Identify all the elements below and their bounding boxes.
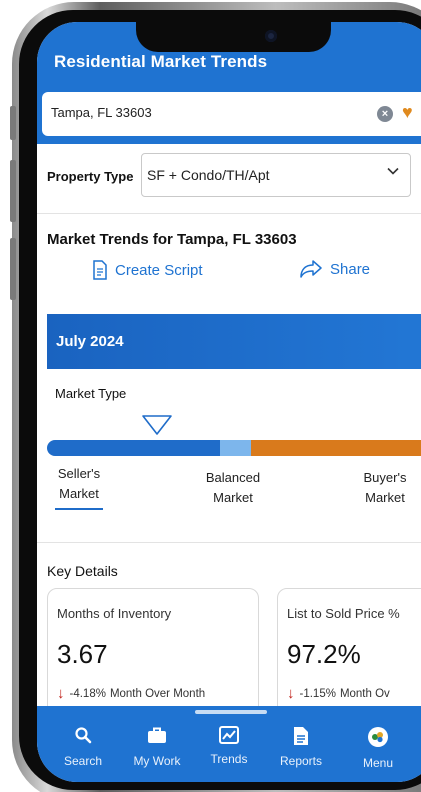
nav-trends-label: Trends	[210, 752, 248, 766]
key-details-title: Key Details	[47, 563, 118, 579]
nav-search-label: Search	[63, 754, 103, 768]
property-type-label: Property Type	[47, 169, 134, 184]
balanced-segment	[220, 440, 251, 456]
chevron-down-icon	[386, 164, 400, 182]
location-search-box[interactable]: × ♥	[42, 92, 421, 136]
change-value: -4.18%	[69, 687, 106, 700]
divider	[37, 542, 421, 543]
mute-switch	[10, 106, 16, 140]
market-type-scale	[47, 440, 421, 456]
change-period: Month Over Month	[109, 687, 206, 700]
balanced-market-line2: Market	[213, 490, 253, 505]
bottom-navigation: Search My Work Trends Reports Menu	[37, 706, 421, 782]
camera-icon	[265, 30, 277, 42]
sellers-market-line1: Seller's	[57, 466, 101, 481]
trend-chart-icon	[194, 726, 264, 744]
balanced-market-tab[interactable]: Balanced Market	[193, 468, 273, 508]
card-value: 97.2%	[287, 639, 361, 669]
buyers-segment	[251, 440, 421, 456]
card-change: ↓ -1.15% Month Ov	[287, 685, 390, 702]
selected-tab-underline	[55, 508, 103, 510]
month-banner: July 2024	[47, 314, 421, 369]
document-icon	[266, 726, 336, 746]
month-label: July 2024	[56, 333, 124, 350]
nav-my-work[interactable]: My Work	[122, 706, 192, 782]
card-value: 3.67	[57, 639, 108, 669]
card-label: Months of Inventory	[57, 606, 172, 621]
share-label: Share	[330, 260, 371, 278]
sellers-market-line2: Market	[59, 486, 99, 501]
nav-search[interactable]: Search	[48, 706, 118, 782]
page-title: Residential Market Trends	[54, 52, 268, 71]
create-script-button[interactable]: Create Script	[92, 260, 203, 280]
market-indicator-icon	[142, 415, 172, 435]
buyers-market-line2: Market	[365, 490, 405, 505]
volume-up-button	[10, 160, 16, 222]
buyers-market-line1: Buyer's	[363, 470, 407, 485]
menu-icon	[343, 726, 413, 748]
nav-menu-label: Menu	[362, 756, 394, 770]
nav-reports-label: Reports	[279, 754, 323, 768]
card-change: ↓ -4.18% Month Over Month	[57, 685, 205, 702]
change-period: Month Ov	[339, 687, 390, 700]
heart-icon[interactable]: ♥	[402, 102, 413, 123]
property-type-select[interactable]: SF + Condo/TH/Apt	[141, 153, 411, 197]
nav-trends[interactable]: Trends	[194, 706, 264, 782]
arrow-down-icon: ↓	[57, 685, 65, 702]
property-type-value: SF + Condo/TH/Apt	[147, 167, 270, 183]
share-button[interactable]: Share	[299, 260, 370, 278]
nav-my-work-label: My Work	[133, 754, 181, 768]
volume-down-button	[10, 238, 16, 300]
nav-reports[interactable]: Reports	[266, 706, 336, 782]
market-type-label: Market Type	[55, 386, 127, 401]
briefcase-icon	[122, 726, 192, 744]
search-icon	[48, 726, 118, 744]
sellers-market-tab[interactable]: Seller's Market	[47, 464, 111, 504]
buyers-market-tab[interactable]: Buyer's Market	[355, 468, 415, 508]
change-value: -1.15%	[299, 687, 336, 700]
nav-menu[interactable]: Menu	[343, 706, 413, 782]
notch	[136, 22, 331, 52]
phone-screen: Residential Market Trends × ♥ Property T…	[37, 22, 421, 782]
property-type-row: Property Type SF + Condo/TH/Apt	[37, 144, 421, 214]
sellers-segment	[47, 440, 220, 456]
card-label: List to Sold Price %	[287, 606, 400, 621]
create-script-label: Create Script	[115, 261, 203, 279]
document-icon	[93, 260, 107, 280]
share-icon	[300, 260, 322, 278]
balanced-market-line1: Balanced	[205, 470, 261, 485]
location-search-input[interactable]	[51, 105, 351, 120]
market-trends-title: Market Trends for Tampa, FL 33603	[47, 231, 297, 248]
app-screenshot: Residential Market Trends × ♥ Property T…	[0, 0, 421, 792]
clear-icon[interactable]: ×	[377, 106, 393, 122]
arrow-down-icon: ↓	[287, 685, 295, 702]
